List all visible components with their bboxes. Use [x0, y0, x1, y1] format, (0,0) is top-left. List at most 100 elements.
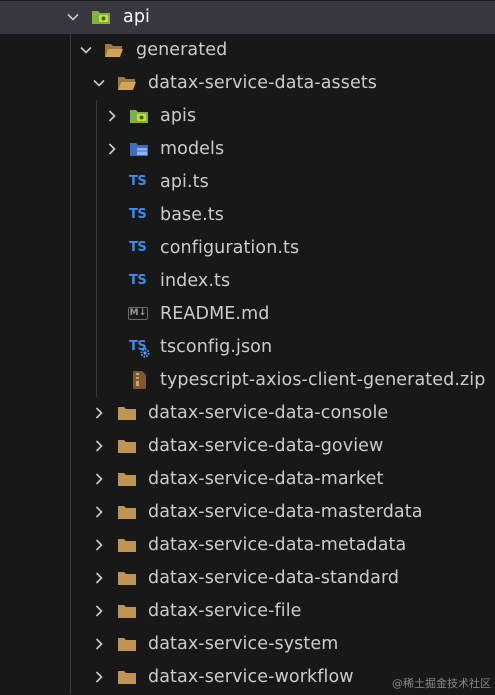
chevron-right-icon[interactable] — [91, 603, 107, 619]
tree-item-api-ts[interactable]: TS api.ts — [0, 166, 495, 199]
tree-item-service-folder[interactable]: datax-service-data-standard — [0, 562, 495, 595]
tree-item-service-folder[interactable]: datax-service-data-console — [0, 397, 495, 430]
chevron-right-icon[interactable] — [91, 405, 107, 421]
indent-guide — [70, 232, 71, 265]
tree-item-service-folder[interactable]: datax-service-system — [0, 628, 495, 661]
folder-icon — [118, 539, 136, 552]
chevron-down-icon[interactable] — [78, 42, 94, 58]
indent-guide — [70, 67, 71, 100]
indent-guide — [70, 397, 71, 430]
indent-guide — [70, 529, 71, 562]
indent-guide — [96, 232, 97, 265]
watermark: @稀土掘金技术社区 — [392, 677, 491, 690]
tree-item-label: tsconfig.json — [160, 337, 273, 357]
indent-guide — [96, 364, 97, 397]
tree-item-label: README.md — [160, 304, 270, 324]
indent-guide — [70, 364, 71, 397]
chevron-right-icon[interactable] — [91, 471, 107, 487]
folder-open-icon — [105, 44, 123, 57]
tree-item-generated[interactable]: generated — [0, 34, 495, 67]
indent-guide — [70, 430, 71, 463]
indent-guide — [70, 199, 71, 232]
tsconfig-icon: TS — [129, 331, 151, 364]
tree-item-service-folder[interactable]: datax-service-data-goview — [0, 430, 495, 463]
tree-item-api[interactable]: api — [0, 1, 495, 34]
tree-item-configuration-ts[interactable]: TS configuration.ts — [0, 232, 495, 265]
chevron-right-icon[interactable] — [91, 636, 107, 652]
tree-item-label: apis — [160, 106, 197, 126]
api-folder-icon — [130, 110, 148, 123]
folder-icon — [118, 671, 136, 684]
typescript-icon: TS — [129, 174, 147, 189]
chevron-right-icon[interactable] — [104, 108, 120, 124]
tree-item-label: datax-service-data-console — [148, 403, 389, 423]
folder-icon — [118, 407, 136, 420]
tree-item-label: datax-service-data-market — [148, 469, 384, 489]
gear-icon — [140, 348, 150, 358]
chevron-down-icon[interactable] — [91, 75, 107, 91]
tree-item-base-ts[interactable]: TS base.ts — [0, 199, 495, 232]
tree-item-service-folder[interactable]: datax-service-data-metadata — [0, 529, 495, 562]
indent-guide — [70, 562, 71, 595]
indent-guide — [70, 265, 71, 298]
tree-item-label: datax-service-data-metadata — [148, 535, 407, 555]
indent-guide — [96, 100, 97, 133]
tree-item-apis[interactable]: apis — [0, 100, 495, 133]
indent-guide — [70, 463, 71, 496]
tree-item-label: datax-service-data-assets — [148, 73, 378, 93]
tree-item-service-folder[interactable]: datax-service-data-masterdata — [0, 496, 495, 529]
indent-guide — [70, 166, 71, 199]
typescript-icon: TS — [129, 273, 147, 288]
indent-guide — [96, 331, 97, 364]
indent-guide — [96, 199, 97, 232]
indent-guide — [96, 265, 97, 298]
tree-item-service-folder[interactable]: datax-service-file — [0, 595, 495, 628]
chevron-right-icon[interactable] — [91, 669, 107, 685]
markdown-icon: M↓ — [128, 307, 148, 320]
indent-guide — [70, 661, 71, 694]
tree-item-service-folder[interactable]: datax-service-data-market — [0, 463, 495, 496]
typescript-icon: TS — [129, 240, 147, 255]
indent-guide — [96, 133, 97, 166]
folder-icon — [118, 605, 136, 618]
tree-item-label: datax-service-data-goview — [148, 436, 384, 456]
chevron-right-icon[interactable] — [91, 438, 107, 454]
indent-guide — [70, 34, 71, 67]
folder-icon — [118, 473, 136, 486]
chevron-right-icon[interactable] — [91, 537, 107, 553]
tree-item-label: api — [123, 7, 150, 27]
tree-item-label: datax-service-file — [148, 601, 302, 621]
api-folder-icon — [92, 11, 110, 24]
indent-guide — [70, 298, 71, 331]
chevron-right-icon[interactable] — [104, 141, 120, 157]
tree-item-label: configuration.ts — [160, 238, 300, 258]
indent-guide — [70, 628, 71, 661]
folder-icon — [118, 638, 136, 651]
indent-guide — [70, 133, 71, 166]
tree-item-label: datax-service-system — [148, 634, 339, 654]
folder-icon — [118, 572, 136, 585]
chevron-down-icon[interactable] — [65, 9, 81, 25]
chevron-right-icon[interactable] — [91, 504, 107, 520]
indent-guide — [70, 331, 71, 364]
folder-icon — [118, 440, 136, 453]
tree-item-label: datax-service-data-standard — [148, 568, 400, 588]
tree-item-label: typescript-axios-client-generated.zip — [160, 370, 486, 390]
folder-open-icon — [118, 77, 136, 90]
file-explorer-tree: api generated datax-service-data-assets — [0, 0, 495, 695]
tree-item-datax-service-data-assets[interactable]: datax-service-data-assets — [0, 67, 495, 100]
tree-item-label: datax-service-data-masterdata — [148, 502, 423, 522]
typescript-icon: TS — [129, 207, 147, 222]
tree-item-readme-md[interactable]: M↓ README.md — [0, 298, 495, 331]
tree-item-label: index.ts — [160, 271, 231, 291]
tree-item-label: datax-service-workflow — [148, 667, 354, 687]
indent-guide — [96, 298, 97, 331]
tree-item-tsconfig-json[interactable]: TS tsconfig.json — [0, 331, 495, 364]
tree-item-models[interactable]: models — [0, 133, 495, 166]
tree-item-zip[interactable]: typescript-axios-client-generated.zip — [0, 364, 495, 397]
tree-item-label: api.ts — [160, 172, 209, 192]
tree-item-index-ts[interactable]: TS index.ts — [0, 265, 495, 298]
chevron-right-icon[interactable] — [91, 570, 107, 586]
folder-icon — [118, 506, 136, 519]
tree-item-label: models — [160, 139, 225, 159]
